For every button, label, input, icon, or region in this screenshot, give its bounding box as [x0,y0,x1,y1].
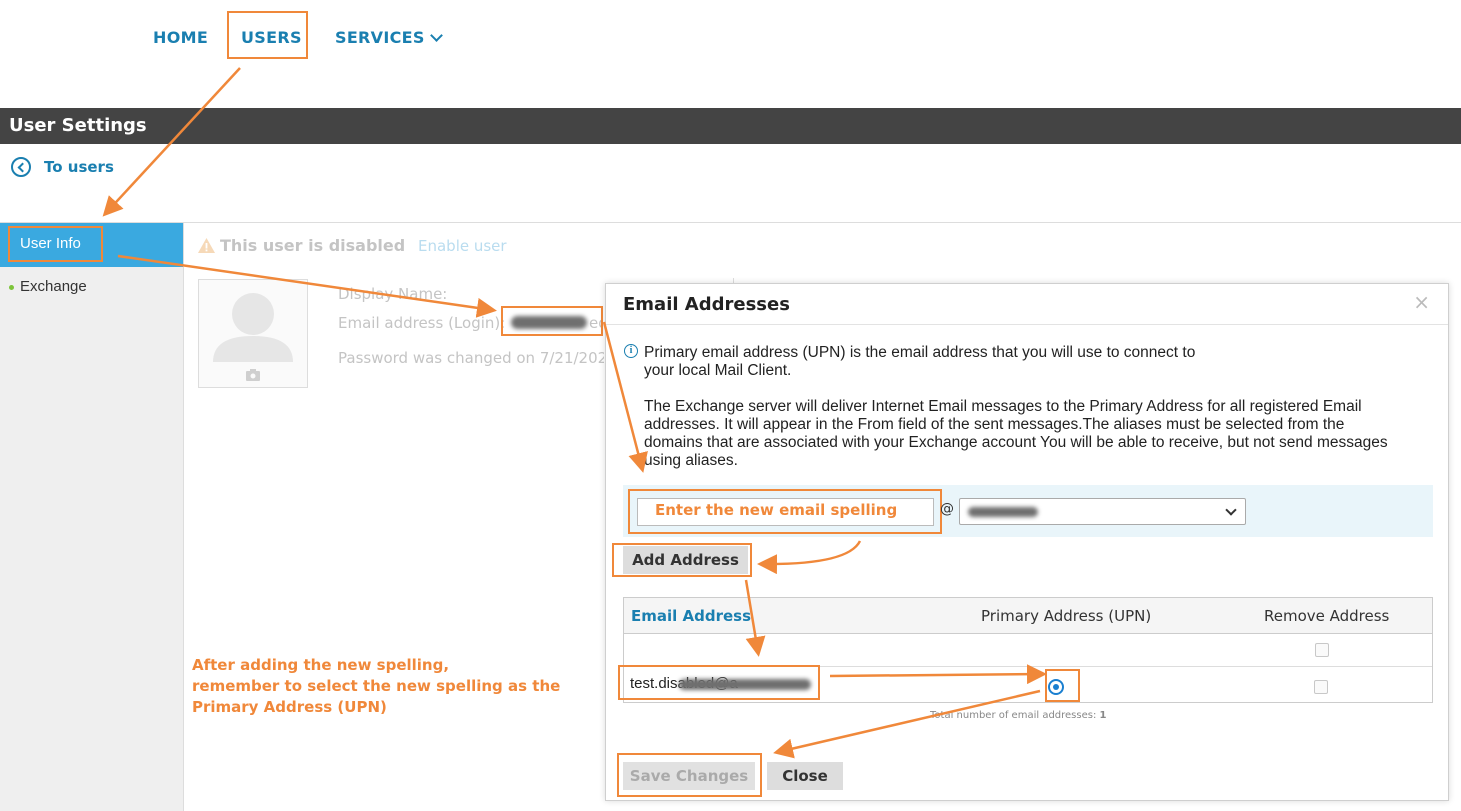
total-count-label: Total number of email addresses: [930,710,1097,721]
highlight-primary-radio [1045,669,1080,702]
display-name-label: Display Name: [338,285,448,303]
description-line-1: The Exchange server will deliver Interne… [644,398,1362,415]
remove-checkbox-header-row[interactable] [1315,643,1329,657]
modal-title: Email Addresses [623,294,790,315]
table-header: Email Address Primary Address (UPN) Remo… [624,598,1432,634]
close-button[interactable]: Close [767,762,843,790]
annotation-line-1: After adding the new spelling, [192,656,450,674]
description-line-2: addresses. It will appear in the From fi… [644,416,1345,433]
annotation-note: After adding the new spelling, remember … [192,655,560,718]
back-arrow-icon[interactable] [11,157,31,177]
sidebar [0,223,184,811]
remove-address-checkbox[interactable] [1314,680,1328,694]
page-title: User Settings [0,108,1461,144]
annotation-line-2: remember to select the new spelling as t… [192,677,561,695]
email-login-label: Email address (Login): [338,314,506,332]
chevron-down-icon [429,29,443,42]
highlight-save-changes [617,753,762,797]
sidebar-item-exchange[interactable]: Exchange [20,278,87,295]
email-addresses-modal: Email Addresses × i Primary email addres… [605,283,1449,801]
total-count-text: Total number of email addresses: 1 [930,710,1107,721]
highlight-add-address [612,543,752,577]
column-email-address[interactable]: Email Address [631,607,751,625]
avatar[interactable] [198,279,308,388]
info-text-line-1: Primary email address (UPN) is the email… [644,344,1196,361]
nav-services-label: SERVICES [335,28,425,47]
camera-icon[interactable] [245,368,261,382]
warning-icon [198,238,215,253]
status-dot-icon [9,285,14,290]
info-text-line-2: your local Mail Client. [644,362,792,379]
back-to-users-link[interactable]: To users [44,158,114,176]
nav-home[interactable]: HOME [153,28,208,47]
close-icon[interactable]: × [1413,290,1430,314]
highlight-users [227,11,308,59]
enable-user-link[interactable]: Enable user [418,237,507,255]
info-icon: i [624,344,638,358]
domain-select[interactable] [959,498,1246,525]
password-changed-text: Password was changed on 7/21/2026 [338,349,604,367]
column-remove-address: Remove Address [1264,607,1390,625]
divider [0,222,1461,223]
redacted-domain [968,507,1038,517]
disabled-status-text: This user is disabled [220,236,406,255]
divider [606,324,1448,325]
sidebar-item-label: User Info [20,235,81,252]
highlight-email-row [618,665,820,700]
chevron-down-icon [1225,504,1237,516]
at-symbol: @ [940,501,954,517]
description-line-4: using aliases. [644,452,738,469]
highlight-email-input [628,489,942,534]
description-line-3: domains that are associated with your Ex… [644,434,1388,451]
highlight-email-login [501,306,603,336]
nav-services[interactable]: SERVICES [335,28,443,47]
column-primary-address: Primary Address (UPN) [981,607,1152,625]
annotation-line-3: Primary Address (UPN) [192,698,387,716]
total-count-value: 1 [1099,710,1107,721]
